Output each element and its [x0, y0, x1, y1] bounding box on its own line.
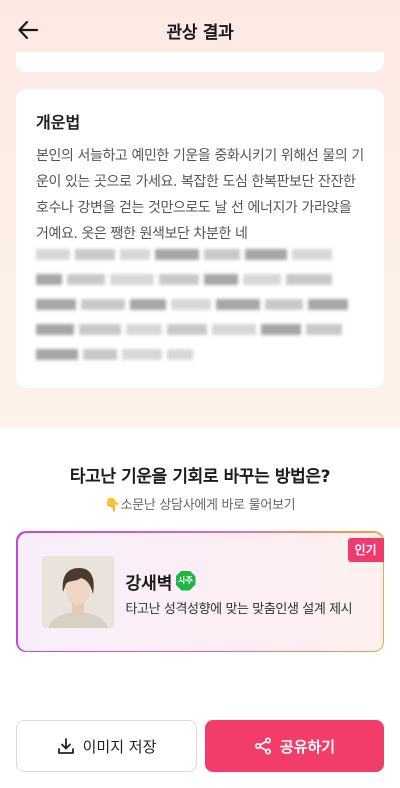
counselor-card[interactable]: 인기 강새벽 사주 타고난 성격성향에 맞는 맞춤인생 설계 제시: [16, 531, 384, 652]
bottom-action-bar: 이미지 저장 공유하기: [0, 712, 400, 788]
popular-badge: 인기: [347, 537, 384, 562]
fortune-card: 개운법 본인의 서늘하고 예민한 기운을 중화시키기 위해선 물의 기운이 있는…: [16, 89, 384, 388]
fortune-body: 본인의 서늘하고 예민한 기운을 중화시키기 위해선 물의 기운이 있는 곳으로…: [36, 148, 364, 242]
counselor-name: 강새벽: [125, 573, 173, 594]
share-label: 공유하기: [279, 737, 336, 756]
app-header: 관상 결과: [0, 0, 400, 60]
result-background: 관상 결과 개운법 본인의 서늘하고 예민한 기운을 중화시키기 위해선 물의 …: [0, 0, 400, 428]
arrow-left-icon: [18, 20, 39, 40]
save-image-button[interactable]: 이미지 저장: [16, 720, 197, 772]
share-button[interactable]: 공유하기: [205, 720, 384, 772]
previous-card-edge: [16, 52, 384, 72]
page-title: 관상 결과: [166, 22, 234, 43]
back-button[interactable]: [14, 16, 42, 44]
share-icon: [254, 737, 271, 755]
blurred-content: [36, 249, 356, 379]
fortune-title: 개운법: [36, 113, 81, 132]
counselor-description: 타고난 성격성향에 맞는 맞춤인생 설계 제시: [125, 601, 353, 617]
promo-title: 타고난 기운을 기회로 바꾸는 방법은?: [69, 467, 331, 487]
counselor-avatar: [41, 555, 114, 628]
download-icon: [57, 738, 74, 754]
promo-section: 타고난 기운을 기회로 바꾸는 방법은? 👇소문난 상담사에게 바로 물어보기 …: [0, 428, 400, 712]
saju-badge: 사주: [175, 570, 196, 591]
save-image-label: 이미지 저장: [82, 737, 157, 756]
promo-subtitle: 👇소문난 상담사에게 바로 물어보기: [104, 498, 296, 513]
